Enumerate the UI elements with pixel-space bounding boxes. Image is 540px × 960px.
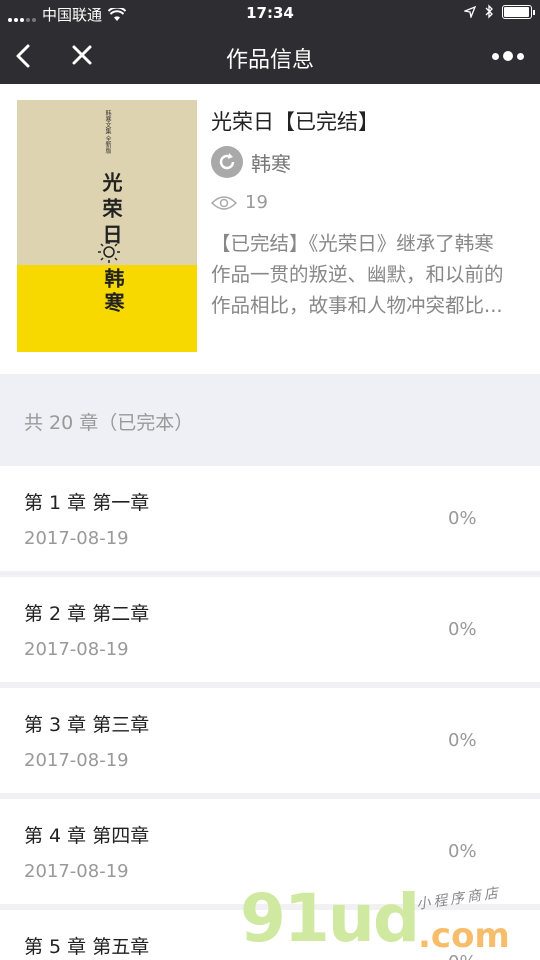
book-cover[interactable]: 韩寒文集 全新版 光荣日 韩寒 [17, 100, 197, 352]
chapter-item[interactable]: 第 1 章 第一章 2017-08-19 0% [0, 466, 540, 571]
chapter-progress: 0% [448, 952, 477, 960]
battery-icon [502, 4, 535, 19]
more-button[interactable] [486, 38, 530, 74]
author-name: 韩寒 [251, 151, 291, 176]
book-description: 【已完结】《光荣日》继承了韩寒作品一贯的叛逆、幽默，和以前的作品相比，故事和人物… [211, 232, 504, 317]
chapter-progress: 0% [448, 619, 477, 640]
views-count: 19 [245, 192, 268, 213]
location-arrow-icon [464, 5, 476, 18]
chapter-title: 第 5 章 第五章 [24, 936, 150, 958]
sun-icon [98, 241, 120, 263]
status-right [464, 4, 535, 19]
more-dot-icon [517, 52, 524, 60]
chapter-date: 2017-08-19 [24, 861, 129, 882]
chapter-title: 第 3 章 第三章 [24, 714, 150, 736]
chapter-date: 2017-08-19 [24, 528, 129, 549]
more-dot-icon [503, 51, 513, 61]
author-row[interactable]: 韩寒 [211, 146, 291, 178]
chapter-item[interactable]: 第 5 章 第五章 0% [0, 910, 540, 960]
book-info-card: 韩寒文集 全新版 光荣日 韩寒 光荣日【已完结】 韩寒 19 【已完结】《光荣日… [0, 84, 540, 374]
chapter-progress: 0% [448, 508, 477, 529]
chapter-item[interactable]: 第 2 章 第二章 2017-08-19 0% [0, 577, 540, 682]
refresh-icon [219, 153, 235, 170]
more-dot-icon [492, 52, 499, 60]
chapter-title: 第 2 章 第二章 [24, 603, 150, 625]
book-title: 光荣日【已完结】 [211, 110, 379, 134]
chapter-item[interactable]: 第 4 章 第四章 2017-08-19 0% [0, 799, 540, 904]
status-time: 17:34 [246, 4, 294, 22]
author-avatar [211, 146, 243, 178]
chapter-summary: 共 20 章（已完本） [24, 412, 194, 434]
page-title: 作品信息 [225, 48, 314, 73]
nav-bar: 作品信息 [0, 28, 540, 84]
status-bar: 中国联通 17:34 [0, 0, 540, 28]
chapter-progress: 0% [448, 730, 477, 751]
cover-title: 光荣日 [99, 172, 123, 250]
chapter-item[interactable]: 第 3 章 第三章 2017-08-19 0% [0, 688, 540, 793]
cover-series-text: 韩寒文集 全新版 [104, 110, 111, 154]
bluetooth-icon [485, 4, 493, 19]
chapter-title: 第 4 章 第四章 [24, 825, 150, 847]
eye-icon [211, 195, 237, 210]
views-row: 19 [211, 192, 268, 213]
chapter-title: 第 1 章 第一章 [24, 492, 150, 514]
chapter-date: 2017-08-19 [24, 639, 129, 660]
cover-author: 韩寒 [101, 268, 125, 316]
chapter-summary-bar: 共 20 章（已完本） [0, 374, 540, 466]
chapter-date: 2017-08-19 [24, 750, 129, 771]
chapter-progress: 0% [448, 841, 477, 862]
